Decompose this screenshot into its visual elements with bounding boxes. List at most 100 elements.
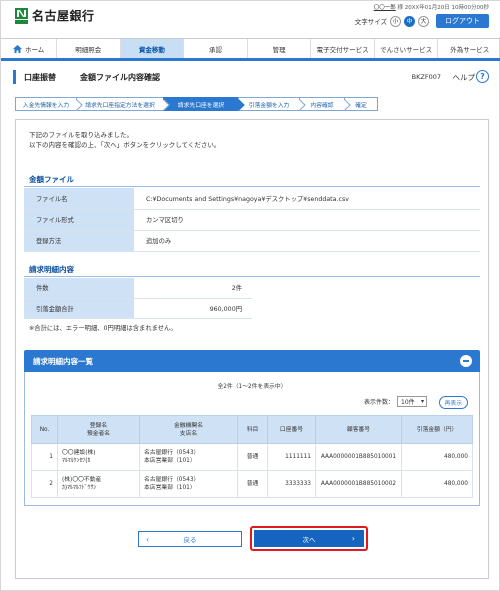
instruction-message: 下記のファイルを取り込みました。 以下の内容を確認の上、「次へ」ボタンをクリック… xyxy=(29,130,220,150)
redisplay-button[interactable]: 再表示 xyxy=(438,396,468,409)
next-button[interactable]: 次へ › xyxy=(254,530,364,547)
nav-item-forex[interactable]: 外為サービス xyxy=(438,39,500,58)
col-no[interactable]: No. xyxy=(31,415,58,444)
step-item-current: 請求先口座を選択 xyxy=(163,97,239,111)
register-method-label: 登録方法 xyxy=(24,230,134,252)
table-row: 件数 2件 xyxy=(24,278,252,299)
chevron-right-icon: › xyxy=(351,534,355,543)
login-info: 〇〇一郎 様 20XX年01月20日 10時00分00秒 xyxy=(374,3,489,11)
title-accent xyxy=(13,70,16,84)
file-info-table: ファイル名 C:¥Documents and Settings¥nagoya¥デ… xyxy=(24,188,480,252)
home-icon xyxy=(13,44,22,53)
divider xyxy=(24,186,480,187)
list-section-body: 全2件（1～2件を表示中） 表示件数： 10件 ▾ 再表示 No. 登録名 預金… xyxy=(24,372,480,506)
col-name-line2: 預金者名 xyxy=(86,430,111,437)
total-amount-value: 960,000円 xyxy=(134,298,252,319)
font-size-medium-button[interactable]: 中 xyxy=(404,15,415,27)
result-count: 全2件（1～2件を表示中） xyxy=(217,384,287,390)
step-item: 入金先情報を入力 xyxy=(15,97,77,111)
row-customer: AAA0000001B885010002 xyxy=(315,470,402,498)
col-name[interactable]: 登録名 預金者名 xyxy=(57,415,140,444)
nav-item-e-delivery[interactable]: 電子交付サービス xyxy=(311,39,375,58)
collapse-icon[interactable] xyxy=(460,355,472,367)
nav-item-transfer[interactable]: 資金移動 xyxy=(120,39,185,58)
col-bank-line1: 金融機関名 xyxy=(174,422,203,429)
register-method-value: 追加のみ xyxy=(134,230,480,252)
row-name-cell: (株)〇〇不動産 ｶ)ﾏﾙﾏﾙﾌﾄﾞｳｻﾝ xyxy=(57,470,140,498)
row-customer: AAA0000001B885010001 xyxy=(315,443,402,471)
nav-item-management[interactable]: 管理 xyxy=(248,39,312,58)
col-amount[interactable]: 引落金額（円） xyxy=(401,415,473,444)
file-name-label: ファイル名 xyxy=(24,188,134,210)
table-row: 引落金額合計 960,000円 xyxy=(24,298,252,319)
row-bank-cell: 名古屋銀行（0543） 本店営業部（101） xyxy=(139,443,238,471)
file-section-title: 金額ファイル xyxy=(29,175,74,184)
font-size-controls: 文字サイズ 小 中 大 ログアウト xyxy=(355,14,489,28)
table-header-row: No. 登録名 預金者名 金融機関名 支店名 科目 口座番号 顧客番号 引落金額… xyxy=(31,415,473,444)
bank-logo[interactable]: 名古屋銀行 xyxy=(15,7,95,24)
count-value: 2件 xyxy=(134,278,252,299)
row-bank-cell: 名古屋銀行（0543） 本店営業部（101） xyxy=(139,470,238,498)
login-timestamp: 20XX年01月20日 10時00分00秒 xyxy=(404,5,489,11)
global-nav: ホーム 明細照会 資金移動 承認 管理 電子交付サービス でんさいサービス 外為… xyxy=(1,38,500,61)
nav-item-statement[interactable]: 明細照会 xyxy=(57,39,121,58)
table-row: ファイル形式 カンマ区切り xyxy=(24,209,480,231)
page: 名古屋銀行 〇〇一郎 様 20XX年01月20日 10時00分00秒 文字サイズ… xyxy=(0,0,500,591)
bank-name: 名古屋銀行 xyxy=(32,9,95,23)
detail-section-title: 請求明細内容 xyxy=(29,265,74,274)
help-icon[interactable]: ? xyxy=(476,70,489,83)
file-name-value: C:¥Documents and Settings¥nagoya¥デスクトップ¥… xyxy=(134,188,480,210)
back-button-label: 戻る xyxy=(183,536,197,544)
user-name[interactable]: 〇〇一郎 xyxy=(374,5,396,11)
per-page-label: 表示件数： xyxy=(363,399,394,406)
nav-item-home[interactable]: ホーム xyxy=(1,39,57,58)
user-suffix: 様 xyxy=(397,5,403,11)
per-page-select[interactable]: 10件 ▾ xyxy=(397,396,427,407)
step-item: 請求先口座指定方法を選択 xyxy=(76,97,164,111)
col-bank[interactable]: 金融機関名 支店名 xyxy=(139,415,238,444)
table-row: 登録方法 追加のみ xyxy=(24,230,480,252)
help-link[interactable]: ヘルプ xyxy=(453,72,476,83)
row-type: 普通 xyxy=(237,443,268,471)
instruction-line: 以下の内容を確認の上、「次へ」ボタンをクリックしてください。 xyxy=(29,141,221,149)
page-category: 口座振替 xyxy=(24,72,56,82)
main-panel: 下記のファイルを取り込みました。 以下の内容を確認の上、「次へ」ボタンをクリック… xyxy=(15,119,489,579)
row-name: (株)〇〇不動産 xyxy=(62,477,102,483)
divider xyxy=(24,276,480,277)
row-account: 3333333 xyxy=(267,470,316,498)
back-button[interactable]: ‹ 戻る xyxy=(138,531,242,547)
font-size-small-button[interactable]: 小 xyxy=(390,15,401,27)
row-name-cell: 〇〇建設(株) ﾏﾙﾏﾙｹﾝｾﾂ(ｶ xyxy=(57,443,140,471)
detail-list-table: No. 登録名 預金者名 金融機関名 支店名 科目 口座番号 顧客番号 引落金額… xyxy=(31,415,473,498)
row-bank: 名古屋銀行（0543） xyxy=(144,450,200,456)
nav-item-approval[interactable]: 承認 xyxy=(184,39,248,58)
row-account: 1111111 xyxy=(267,443,316,471)
bank-logo-icon xyxy=(15,7,28,24)
row-amount: 480,000 xyxy=(401,470,473,498)
font-size-large-button[interactable]: 大 xyxy=(418,15,429,27)
row-branch: 本店営業部（101） xyxy=(144,485,196,491)
table-row: 2 (株)〇〇不動産 ｶ)ﾏﾙﾏﾙﾌﾄﾞｳｻﾝ 名古屋銀行（0543） 本店営業… xyxy=(31,470,473,498)
file-format-label: ファイル形式 xyxy=(24,209,134,231)
row-no: 2 xyxy=(31,470,58,498)
list-section-title: 請求明細内容一覧 xyxy=(33,356,93,366)
col-name-line1: 登録名 xyxy=(89,422,108,429)
row-kana: ｶ)ﾏﾙﾏﾙﾌﾄﾞｳｻﾝ xyxy=(62,485,97,491)
row-amount: 480,000 xyxy=(401,443,473,471)
row-kana: ﾏﾙﾏﾙｹﾝｾﾂ(ｶ xyxy=(62,458,91,464)
col-account[interactable]: 口座番号 xyxy=(267,415,316,444)
chevron-left-icon: ‹ xyxy=(146,534,150,544)
col-bank-line2: 支店名 xyxy=(179,430,198,437)
header: 名古屋銀行 〇〇一郎 様 20XX年01月20日 10時00分00秒 文字サイズ… xyxy=(1,1,500,37)
nav-item-densai[interactable]: でんさいサービス xyxy=(375,39,439,58)
row-no: 1 xyxy=(31,443,58,471)
list-section-header[interactable]: 請求明細内容一覧 xyxy=(24,350,480,372)
instruction-line: 下記のファイルを取り込みました。 xyxy=(29,131,133,139)
logout-button[interactable]: ログアウト xyxy=(436,14,489,28)
total-amount-label: 引落金額合計 xyxy=(24,298,134,319)
col-customer[interactable]: 顧客番号 xyxy=(315,415,402,444)
screen-code: BKZF007 xyxy=(411,73,441,81)
chevron-down-icon: ▾ xyxy=(420,398,424,405)
col-type[interactable]: 科目 xyxy=(237,415,268,444)
step-item: 内容確認 xyxy=(299,97,345,111)
